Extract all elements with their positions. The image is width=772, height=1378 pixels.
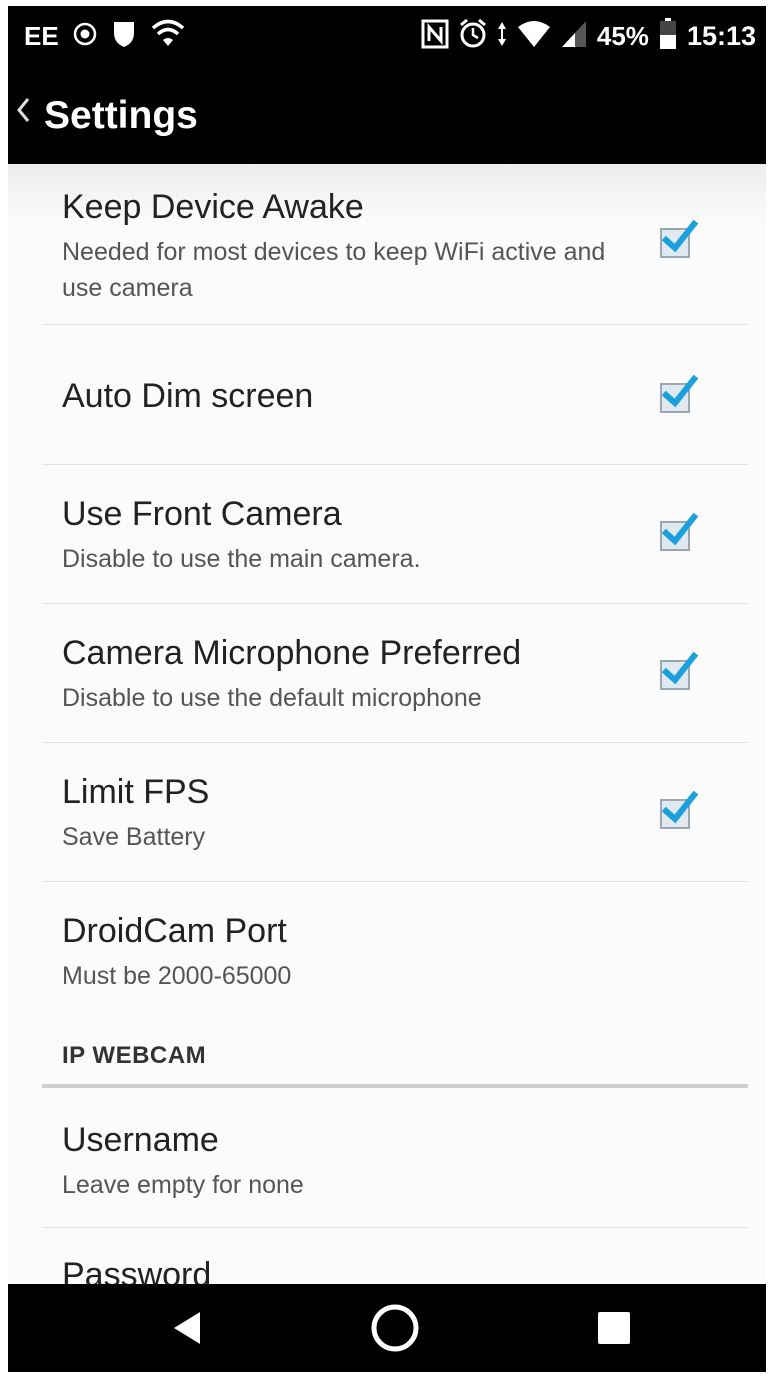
wifi-icon xyxy=(151,19,185,54)
page-title: Settings xyxy=(44,94,198,137)
setting-summary: Save Battery xyxy=(62,823,206,851)
clock: 15:13 xyxy=(686,20,756,51)
setting-summary: Needed for most devices to keep WiFi act… xyxy=(62,238,606,302)
shield-icon xyxy=(73,22,97,51)
status-left: EE xyxy=(24,19,185,54)
wifi-signal-icon xyxy=(517,20,551,53)
setting-label: Username xyxy=(62,1121,219,1159)
setting-summary: Disable to use the main camera. xyxy=(62,545,421,573)
carrier-label: EE xyxy=(24,20,59,51)
cell-signal-icon xyxy=(561,20,587,53)
setting-summary: Leave empty for none xyxy=(62,1171,304,1199)
vpn-icon xyxy=(111,19,137,54)
setting-label: Password xyxy=(62,1256,212,1284)
setting-limit-fps[interactable]: Limit FPS Save Battery xyxy=(42,743,748,881)
setting-label: Keep Device Awake xyxy=(62,188,364,226)
setting-label: Auto Dim screen xyxy=(62,377,314,415)
status-right: 45% 15:13 xyxy=(421,17,756,55)
front-camera-checkbox[interactable] xyxy=(660,512,699,551)
section-header-ip-webcam: IP WEBCAM xyxy=(62,1042,207,1069)
recents-square-icon[interactable] xyxy=(584,1298,644,1358)
back-triangle-icon[interactable] xyxy=(160,1298,220,1358)
limit-fps-checkbox[interactable] xyxy=(660,790,699,829)
alarm-icon xyxy=(459,18,487,54)
setting-label: DroidCam Port xyxy=(62,912,287,950)
settings-list: Keep Device Awake Needed for most device… xyxy=(8,164,766,1284)
nfc-icon xyxy=(421,19,449,54)
back-chevron-icon[interactable] xyxy=(16,94,30,134)
setting-label: Use Front Camera xyxy=(62,495,342,533)
navigation-bar xyxy=(8,1284,766,1372)
setting-droidcam-port[interactable]: DroidCam Port Must be 2000-65000 xyxy=(42,882,748,1022)
data-arrows-icon xyxy=(497,21,507,52)
setting-keep-device-awake[interactable]: Keep Device Awake Needed for most device… xyxy=(42,164,748,324)
status-bar: EE 45% 15:13 xyxy=(8,6,766,68)
setting-summary: Disable to use the default microphone xyxy=(62,684,482,712)
home-circle-icon[interactable] xyxy=(365,1298,425,1358)
camera-mic-checkbox[interactable] xyxy=(660,651,699,690)
setting-password[interactable]: Password xyxy=(42,1228,748,1284)
setting-camera-microphone-preferred[interactable]: Camera Microphone Preferred Disable to u… xyxy=(42,604,748,742)
auto-dim-checkbox[interactable] xyxy=(660,374,699,413)
setting-use-front-camera[interactable]: Use Front Camera Disable to use the main… xyxy=(42,465,748,603)
setting-summary: Must be 2000-65000 xyxy=(62,962,292,990)
keep-awake-checkbox[interactable] xyxy=(660,219,699,258)
setting-username[interactable]: Username Leave empty for none xyxy=(42,1089,748,1227)
phone-screen: EE 45% 15:13 Settings Keep Device Awake … xyxy=(8,6,766,1372)
section-divider xyxy=(42,1084,748,1088)
setting-label: Camera Microphone Preferred xyxy=(62,634,522,672)
battery-percent: 45% xyxy=(596,20,649,51)
setting-label: Limit FPS xyxy=(62,773,210,811)
app-bar: Settings xyxy=(8,68,766,164)
setting-auto-dim-screen[interactable]: Auto Dim screen xyxy=(42,325,748,463)
battery-icon xyxy=(659,17,677,55)
